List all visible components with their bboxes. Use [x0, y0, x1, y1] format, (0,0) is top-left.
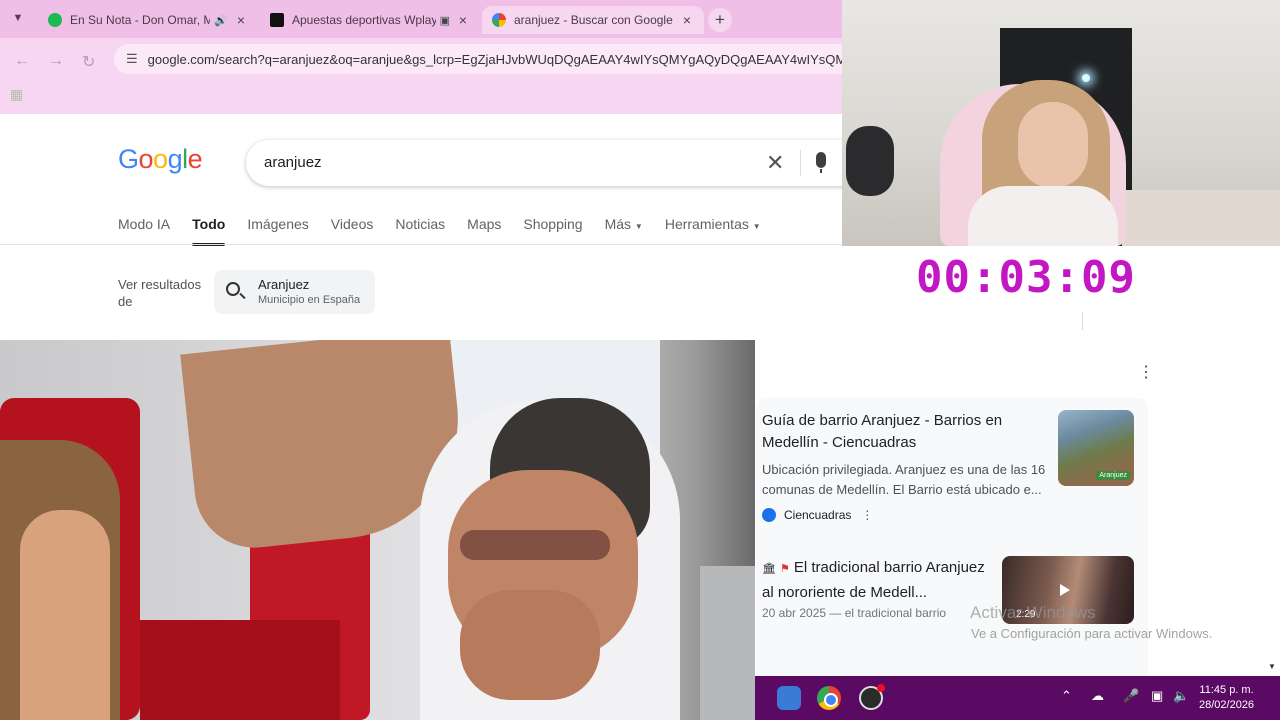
chrome-icon[interactable]: [817, 686, 841, 710]
tab-title: En Su Nota - Don Omar, Maluma: [70, 13, 211, 27]
entity-chip[interactable]: Aranjuez Municipio en España: [214, 270, 375, 314]
nav-divider: [0, 244, 842, 245]
play-icon: [1060, 584, 1070, 596]
video-woman: [20, 510, 110, 720]
wplay-icon: [270, 13, 284, 27]
flag-icon: ⚑: [779, 563, 790, 575]
url-text: google.com/search?q=aranjuez&oq=aranjue&…: [147, 51, 854, 67]
clear-search-icon[interactable]: ✕: [766, 150, 784, 176]
result-title-text: El tradicional barrio Aranjuez al norori…: [762, 559, 985, 601]
tab-imagenes[interactable]: Imágenes: [247, 216, 308, 246]
video-railing: [700, 566, 755, 720]
recording-dot-icon: [877, 684, 885, 692]
screen: ▼ En Su Nota - Don Omar, Maluma 🔊 × Apue…: [0, 0, 1280, 720]
result-snippet: Ubicación privilegiada. Aranjuez es una …: [762, 462, 1046, 497]
tab-title: aranjuez - Buscar con Google: [514, 13, 673, 27]
thumbnail-label: Aranjuez: [1096, 471, 1130, 480]
more-options-icon[interactable]: ⋮: [861, 508, 873, 522]
tab-noticias[interactable]: Noticias: [395, 216, 445, 246]
forward-icon[interactable]: →: [48, 52, 64, 70]
taskbar: ⌃ ☁ 🎤 ▣ 🔈 11:45 p. m. 28/02/2026: [755, 676, 1280, 720]
chip-subtitle: Municipio en España: [258, 294, 361, 306]
tab-strip: ▼ En Su Nota - Don Omar, Maluma 🔊 × Apue…: [0, 0, 842, 38]
stream-timer: 00:03:09: [916, 252, 1136, 303]
tab-videos[interactable]: Videos: [331, 216, 374, 246]
browser-toolbar: ← → ↻ ☰ google.com/search?q=aranjuez&oq=…: [0, 38, 854, 114]
webcam-light: [1082, 74, 1090, 82]
webcam-overlay: [842, 0, 1280, 246]
ver-resultados-label: Ver resultados de: [118, 277, 202, 309]
building-icon: 🏛: [762, 563, 776, 575]
volume-icon[interactable]: 🔈: [1173, 688, 1189, 704]
more-options-icon[interactable]: ⋮: [1138, 362, 1154, 382]
scroll-down-icon[interactable]: ▼: [1268, 662, 1276, 671]
obs-icon[interactable]: [859, 684, 885, 710]
caret-down-icon: ▼: [752, 222, 761, 231]
tab-herramientas[interactable]: Herramientas ▼: [665, 216, 761, 246]
clock-time: 11:45 p. m.: [1199, 684, 1254, 696]
close-tab-icon[interactable]: ×: [680, 12, 694, 28]
clock-date: 28/02/2026: [1199, 699, 1255, 711]
search-nav-tabs: Modo IA Todo Imágenes Videos Noticias Ma…: [118, 216, 783, 246]
search-divider: [800, 150, 801, 176]
tab-search-chevron-icon[interactable]: ▼: [8, 8, 28, 28]
tab-shopping[interactable]: Shopping: [523, 216, 582, 246]
tab-herramientas-label: Herramientas: [664, 216, 749, 232]
close-tab-icon[interactable]: ×: [456, 12, 470, 28]
close-tab-icon[interactable]: ×: [234, 12, 248, 28]
new-tab-button[interactable]: +: [708, 8, 732, 32]
tab-wplay[interactable]: Apuestas deportivas Wplay ▣ ×: [260, 6, 480, 34]
microphone-icon[interactable]: [816, 152, 826, 173]
search-box[interactable]: aranjuez ✕: [246, 140, 866, 186]
address-bar[interactable]: ☰ google.com/search?q=aranjuez&oq=aranju…: [114, 44, 854, 74]
search-icon: [226, 282, 240, 296]
store-icon[interactable]: [777, 686, 801, 710]
tray-chevron-icon[interactable]: ⌃: [1061, 688, 1072, 704]
tab-title: Apuestas deportivas Wplay: [292, 13, 436, 27]
webcam-bed: [1122, 190, 1280, 246]
source-name: Ciencuadras: [784, 508, 852, 522]
search-input[interactable]: aranjuez: [264, 154, 322, 171]
activate-windows-title: Activar Windows: [970, 603, 1096, 622]
video-red-seat: [140, 620, 340, 720]
reload-icon[interactable]: ↻: [82, 52, 95, 72]
microphone-icon[interactable]: 🎤: [1123, 688, 1139, 704]
result-date: 20 abr 2025 — el tradicional barrio: [762, 606, 947, 620]
google-icon: [492, 13, 506, 27]
video-overlay: [0, 340, 755, 720]
result-thumbnail[interactable]: Aranjuez: [1058, 410, 1134, 486]
tab-modo-ia[interactable]: Modo IA: [118, 216, 170, 246]
tab-google-search[interactable]: aranjuez - Buscar con Google ×: [482, 6, 704, 34]
onedrive-icon[interactable]: ☁: [1091, 688, 1104, 704]
result-title[interactable]: 🏛 ⚑ El tradicional barrio Aranjuez al noro…: [762, 556, 998, 604]
site-info-icon[interactable]: ☰: [126, 51, 138, 67]
webcam-streamer-body: [968, 186, 1118, 246]
tab-todo[interactable]: Todo: [192, 216, 226, 246]
result-source[interactable]: Ciencuadras ⋮: [762, 508, 873, 522]
result-title[interactable]: Guía de barrio Aranjuez - Barrios en Med…: [762, 410, 1047, 454]
activate-windows-subtitle: Ve a Configuración para activar Windows.: [971, 626, 1213, 641]
chip-title: Aranjuez: [258, 277, 310, 292]
tab-music[interactable]: En Su Nota - Don Omar, Maluma 🔊 ×: [38, 6, 258, 34]
picture-in-picture-icon[interactable]: ▣: [440, 14, 450, 27]
tab-maps[interactable]: Maps: [467, 216, 501, 246]
tab-mas-label: Más: [604, 216, 632, 232]
video-man-hand: [460, 590, 600, 700]
apps-grid-icon[interactable]: ▦: [10, 86, 23, 103]
network-icon[interactable]: ▣: [1151, 688, 1163, 704]
speaker-icon[interactable]: 🔊: [214, 14, 228, 27]
ciencuadras-icon: [762, 508, 776, 522]
caret-down-icon: ▼: [634, 222, 643, 231]
video-man-glasses: [460, 530, 610, 560]
text-cursor: [1082, 312, 1083, 330]
system-clock[interactable]: 11:45 p. m. 28/02/2026: [1199, 683, 1254, 713]
webcam-streamer-face: [1018, 102, 1088, 188]
google-logo[interactable]: Google: [118, 144, 203, 175]
spotify-icon: [48, 13, 62, 27]
back-icon[interactable]: ←: [14, 52, 30, 70]
tab-mas[interactable]: Más ▼: [605, 216, 643, 246]
webcam-microphone: [846, 126, 894, 196]
